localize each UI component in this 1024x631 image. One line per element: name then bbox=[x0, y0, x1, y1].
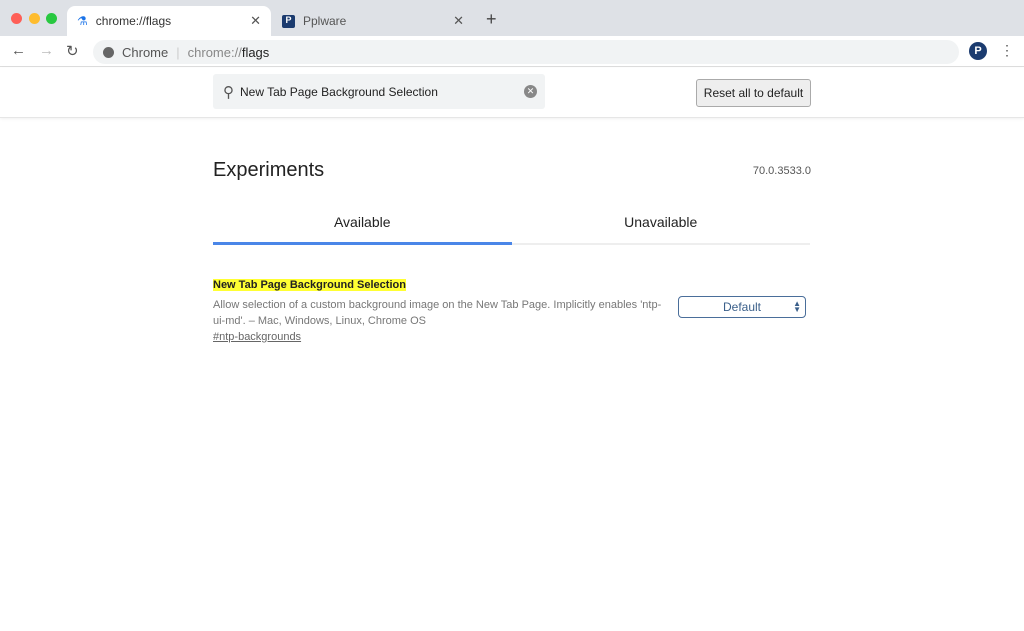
flags-tabs: Available Unavailable bbox=[213, 208, 810, 245]
divider: | bbox=[176, 44, 180, 60]
close-tab-icon[interactable]: ✕ bbox=[250, 13, 261, 29]
experiment-permalink[interactable]: #ntp-backgrounds bbox=[213, 331, 673, 343]
tab-flags[interactable]: ⚗ chrome://flags ✕ bbox=[67, 6, 271, 36]
toolbar: ← → ↻ Chrome | chrome://flags P ⋮ bbox=[0, 36, 1024, 67]
version-label: 70.0.3533.0 bbox=[752, 165, 811, 177]
close-tab-icon[interactable]: ✕ bbox=[453, 13, 464, 29]
flags-search-header: ⚲ New Tab Page Background Selection ✕ Re… bbox=[0, 68, 1024, 118]
reset-all-button[interactable]: Reset all to default bbox=[696, 79, 811, 107]
experiment-description: Allow selection of a custom background i… bbox=[213, 299, 662, 327]
tab-strip: ⚗ chrome://flags ✕ P Pplware ✕ + bbox=[0, 0, 1024, 36]
back-button[interactable]: ← bbox=[11, 42, 26, 59]
maximize-window-button[interactable] bbox=[46, 13, 57, 24]
forward-button[interactable]: → bbox=[39, 42, 54, 59]
close-window-button[interactable] bbox=[11, 13, 22, 24]
experiment-item: New Tab Page Background Selection Allow … bbox=[213, 275, 673, 343]
page-title: Experiments bbox=[213, 159, 325, 181]
experiment-select[interactable]: Default ▲ ▼ bbox=[678, 296, 806, 318]
search-icon: ⚲ bbox=[223, 83, 234, 101]
search-input[interactable]: ⚲ New Tab Page Background Selection ✕ bbox=[213, 74, 545, 109]
minimize-window-button[interactable] bbox=[29, 13, 40, 24]
address-bar[interactable]: Chrome | chrome://flags bbox=[93, 40, 959, 64]
clear-search-icon[interactable]: ✕ bbox=[524, 85, 537, 98]
tab-pplware[interactable]: P Pplware ✕ bbox=[274, 6, 474, 36]
menu-icon[interactable]: ⋮ bbox=[1000, 42, 1014, 59]
tab-available[interactable]: Available bbox=[213, 208, 512, 245]
flask-icon: ⚗ bbox=[77, 14, 88, 28]
reload-button[interactable]: ↻ bbox=[66, 42, 79, 60]
pplware-favicon: P bbox=[282, 14, 295, 28]
chrome-icon bbox=[103, 46, 114, 58]
select-arrows-icon: ▲ ▼ bbox=[793, 299, 801, 314]
new-tab-button[interactable]: + bbox=[486, 9, 497, 30]
experiment-name: New Tab Page Background Selection bbox=[213, 279, 406, 291]
profile-avatar[interactable]: P bbox=[969, 42, 987, 60]
tab-unavailable[interactable]: Unavailable bbox=[512, 208, 811, 243]
